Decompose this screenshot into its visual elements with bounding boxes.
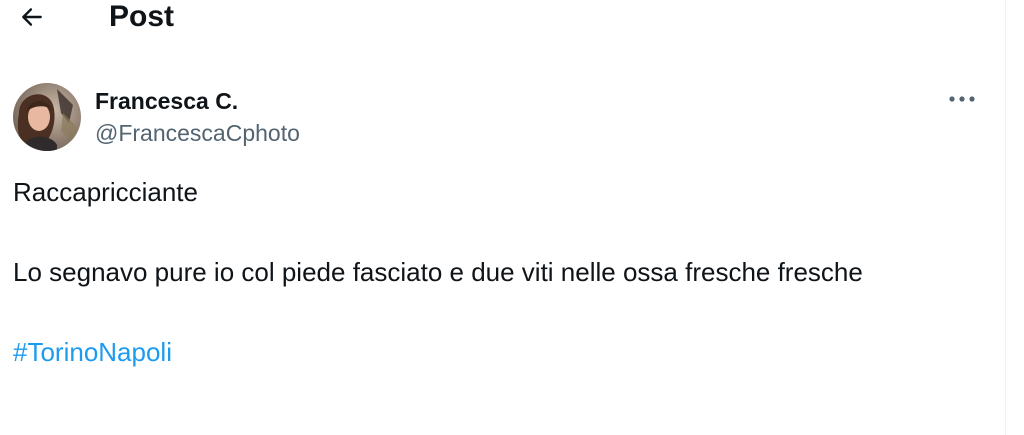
more-options-button[interactable] [940, 84, 984, 114]
back-button[interactable] [14, 0, 50, 34]
post-text-paragraph: Lo segnavo pure io col piede fasciato e … [13, 257, 863, 287]
post-author: Francesca C. @FrancescaCphoto [0, 80, 1005, 155]
post-text: Raccapricciante Lo segnavo pure io col p… [13, 172, 973, 372]
more-horizontal-icon [949, 96, 975, 102]
hashtag-link[interactable]: #TorinoNapoli [13, 332, 973, 372]
author-handle[interactable]: @FrancescaCphoto [95, 119, 300, 147]
page-header: Post [0, 0, 1005, 36]
page-title: Post [109, 0, 175, 33]
avatar[interactable] [13, 83, 81, 151]
author-display-name[interactable]: Francesca C. [95, 87, 238, 115]
arrow-left-icon [22, 8, 42, 26]
post-text-line: Raccapricciante [13, 177, 198, 207]
column-divider [1005, 0, 1006, 435]
